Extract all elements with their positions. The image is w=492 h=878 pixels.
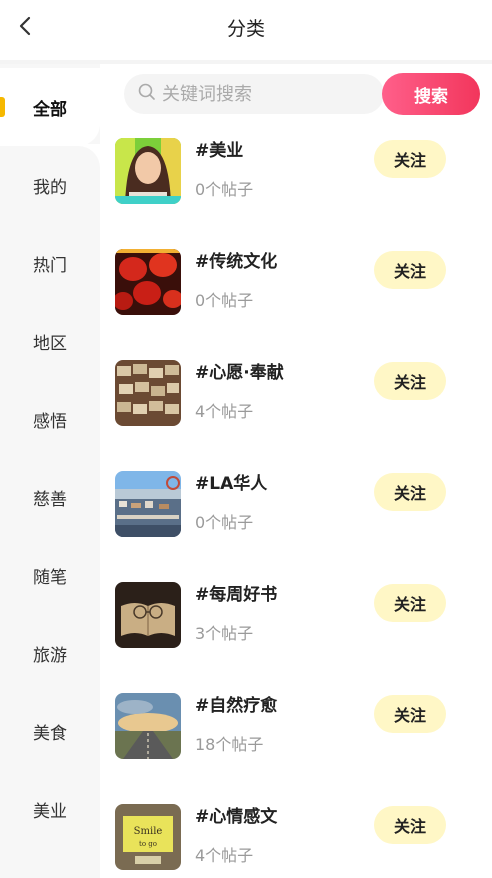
sidebar-item-region[interactable]: 地区	[0, 302, 100, 380]
sidebar-item-mine[interactable]: 我的	[0, 146, 100, 224]
category-name: #美业	[195, 141, 244, 161]
follow-button[interactable]: 关注	[374, 362, 446, 400]
post-count: 18个帖子	[195, 735, 264, 754]
category-sidebar: 全部 我的 热门 地区 感悟 慈善 随笔 旅游 美食 美业	[0, 64, 100, 878]
list-item[interactable]: #传统文化 0个帖子 关注	[100, 237, 492, 348]
category-thumbnail	[115, 138, 181, 204]
category-name: #每周好书	[195, 585, 278, 605]
list-item[interactable]: #LA华人 0个帖子 关注	[100, 459, 492, 570]
sidebar-item-beauty[interactable]: 美业	[0, 770, 100, 848]
sidebar-item-travel[interactable]: 旅游	[0, 614, 100, 692]
follow-button[interactable]: 关注	[374, 473, 446, 511]
category-name: #心情感文	[195, 807, 278, 827]
follow-button[interactable]: 关注	[374, 695, 446, 733]
follow-button[interactable]: 关注	[374, 140, 446, 178]
category-name: #传统文化	[195, 252, 278, 272]
list-item[interactable]: #每周好书 3个帖子 关注	[100, 570, 492, 681]
list-item[interactable]: #心愿·奉献 4个帖子 关注	[100, 348, 492, 459]
sidebar-item-essay[interactable]: 随笔	[0, 536, 100, 614]
post-count: 0个帖子	[195, 180, 254, 199]
search-input[interactable]	[162, 83, 372, 105]
sidebar-item-hot[interactable]: 热门	[0, 224, 100, 302]
category-name: #自然疗愈	[195, 696, 278, 716]
follow-button[interactable]: 关注	[374, 251, 446, 289]
category-thumbnail	[115, 249, 181, 315]
post-count: 4个帖子	[195, 402, 254, 421]
sidebar-item-insight[interactable]: 感悟	[0, 380, 100, 458]
top-bar: 分类	[0, 0, 492, 56]
post-count: 0个帖子	[195, 291, 254, 310]
page-title: 分类	[226, 18, 265, 40]
follow-button[interactable]: 关注	[374, 806, 446, 844]
category-list: #美业 0个帖子 关注 #传统文化 0个帖子 关注 #心愿·奉献 4个帖子 关注…	[100, 126, 492, 878]
category-thumbnail: Smile to go	[115, 804, 181, 870]
search-bar[interactable]	[124, 74, 384, 114]
sidebar-item-all[interactable]: 全部	[0, 68, 100, 146]
category-thumbnail	[115, 360, 181, 426]
list-item[interactable]: Smile to go #心情感文 4个帖子 关注	[100, 792, 492, 878]
follow-button[interactable]: 关注	[374, 584, 446, 622]
list-item[interactable]: #自然疗愈 18个帖子 关注	[100, 681, 492, 792]
post-count: 4个帖子	[195, 846, 254, 865]
category-name: #心愿·奉献	[195, 363, 284, 383]
category-thumbnail	[115, 582, 181, 648]
list-item[interactable]: #美业 0个帖子 关注	[100, 126, 492, 237]
search-icon	[138, 83, 162, 105]
sidebar-item-food[interactable]: 美食	[0, 692, 100, 770]
post-count: 3个帖子	[195, 624, 254, 643]
category-thumbnail	[115, 693, 181, 759]
svg-text:Smile: Smile	[134, 826, 163, 837]
category-name: #LA华人	[195, 474, 268, 494]
post-count: 0个帖子	[195, 513, 254, 532]
category-thumbnail	[115, 471, 181, 537]
svg-text:to go: to go	[139, 840, 157, 848]
sidebar-item-charity[interactable]: 慈善	[0, 458, 100, 536]
search-button[interactable]: 搜索	[382, 73, 480, 115]
